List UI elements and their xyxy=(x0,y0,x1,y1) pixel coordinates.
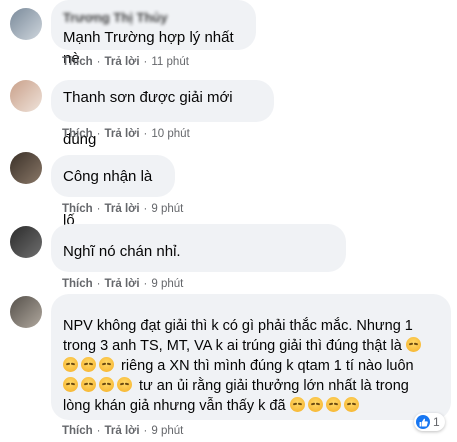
pensive-face-icon xyxy=(405,337,421,352)
avatar[interactable] xyxy=(10,8,42,40)
comment-actions: Thích · Trả lời · 9 phút xyxy=(62,278,184,290)
like-link[interactable]: Thích xyxy=(62,203,93,215)
pensive-face-icon xyxy=(63,357,78,372)
comment-time[interactable]: 11 phút xyxy=(151,56,189,68)
comment-text: Nghĩ nó chán nhỉ. xyxy=(63,243,181,260)
reply-link[interactable]: Trả lời xyxy=(105,128,140,140)
comment-bubble: Nghĩ nó chán nhỉ. xyxy=(51,224,346,272)
avatar[interactable] xyxy=(10,80,42,112)
comment-actions: Thích · Trả lời · 9 phút xyxy=(62,425,184,437)
comment-bubble: Trương Thị Thủy Mạnh Trường hợp lý nhất … xyxy=(51,0,256,67)
comment-author[interactable]: Trương Thị Thủy xyxy=(63,7,244,28)
comment-text-line: lòng khán giả nhưng vẫn thấy k đã xyxy=(63,396,439,416)
reply-link[interactable]: Trả lời xyxy=(105,56,140,68)
comment-time[interactable]: 9 phút xyxy=(151,278,183,290)
pensive-face-icon xyxy=(99,377,114,392)
reply-link[interactable]: Trả lời xyxy=(105,278,140,290)
comment-text-line: riêng a XN thì mình đúng k qtam 1 tí nào… xyxy=(63,356,439,376)
like-link[interactable]: Thích xyxy=(62,128,93,140)
reply-link[interactable]: Trả lời xyxy=(105,425,140,437)
comment-time[interactable]: 9 phút xyxy=(151,425,183,437)
pensive-face-icon xyxy=(81,377,96,392)
comment-actions: Thích · Trả lời · 11 phút xyxy=(62,56,189,68)
like-link[interactable]: Thích xyxy=(62,56,93,68)
comment-actions: Thích · Trả lời · 9 phút xyxy=(62,203,184,215)
pensive-face-icon xyxy=(325,397,341,412)
reaction-count: 1 xyxy=(433,415,440,429)
comment-bubble: Thanh sơn được giải mới đúng xyxy=(51,80,274,148)
like-icon xyxy=(416,415,430,429)
pensive-face-icon xyxy=(63,377,78,392)
reply-link[interactable]: Trả lời xyxy=(105,203,140,215)
comment-actions: Thích · Trả lời · 10 phút xyxy=(62,128,190,140)
like-link[interactable]: Thích xyxy=(62,278,93,290)
avatar[interactable] xyxy=(10,152,42,184)
comment-time[interactable]: 10 phút xyxy=(151,128,189,140)
comment-text-line: NPV không đạt giải thì k có gì phải thắc… xyxy=(63,318,413,334)
like-link[interactable]: Thích xyxy=(62,425,93,437)
avatar[interactable] xyxy=(10,226,42,258)
comment-bubble: Công nhận là lố xyxy=(51,155,175,229)
pensive-face-icon xyxy=(307,397,323,412)
comment-bubble: NPV không đạt giải thì k có gì phải thắc… xyxy=(51,294,451,420)
reaction-summary[interactable]: 1 xyxy=(414,413,445,431)
avatar[interactable] xyxy=(10,296,42,328)
comment-time[interactable]: 9 phút xyxy=(151,203,183,215)
comment-text-line: trong 3 anh TS, MT, VA k ai trúng giải t… xyxy=(63,336,439,356)
comment-text: Thanh sơn được giải mới đúng xyxy=(63,89,233,148)
pensive-face-icon xyxy=(117,377,132,392)
pensive-face-icon xyxy=(99,357,114,372)
pensive-face-icon xyxy=(289,397,305,412)
pensive-face-icon xyxy=(343,397,359,412)
pensive-face-icon xyxy=(81,357,96,372)
comment-text-line: tư an ủi rằng giải thưởng lớn nhất là tr… xyxy=(63,376,439,396)
